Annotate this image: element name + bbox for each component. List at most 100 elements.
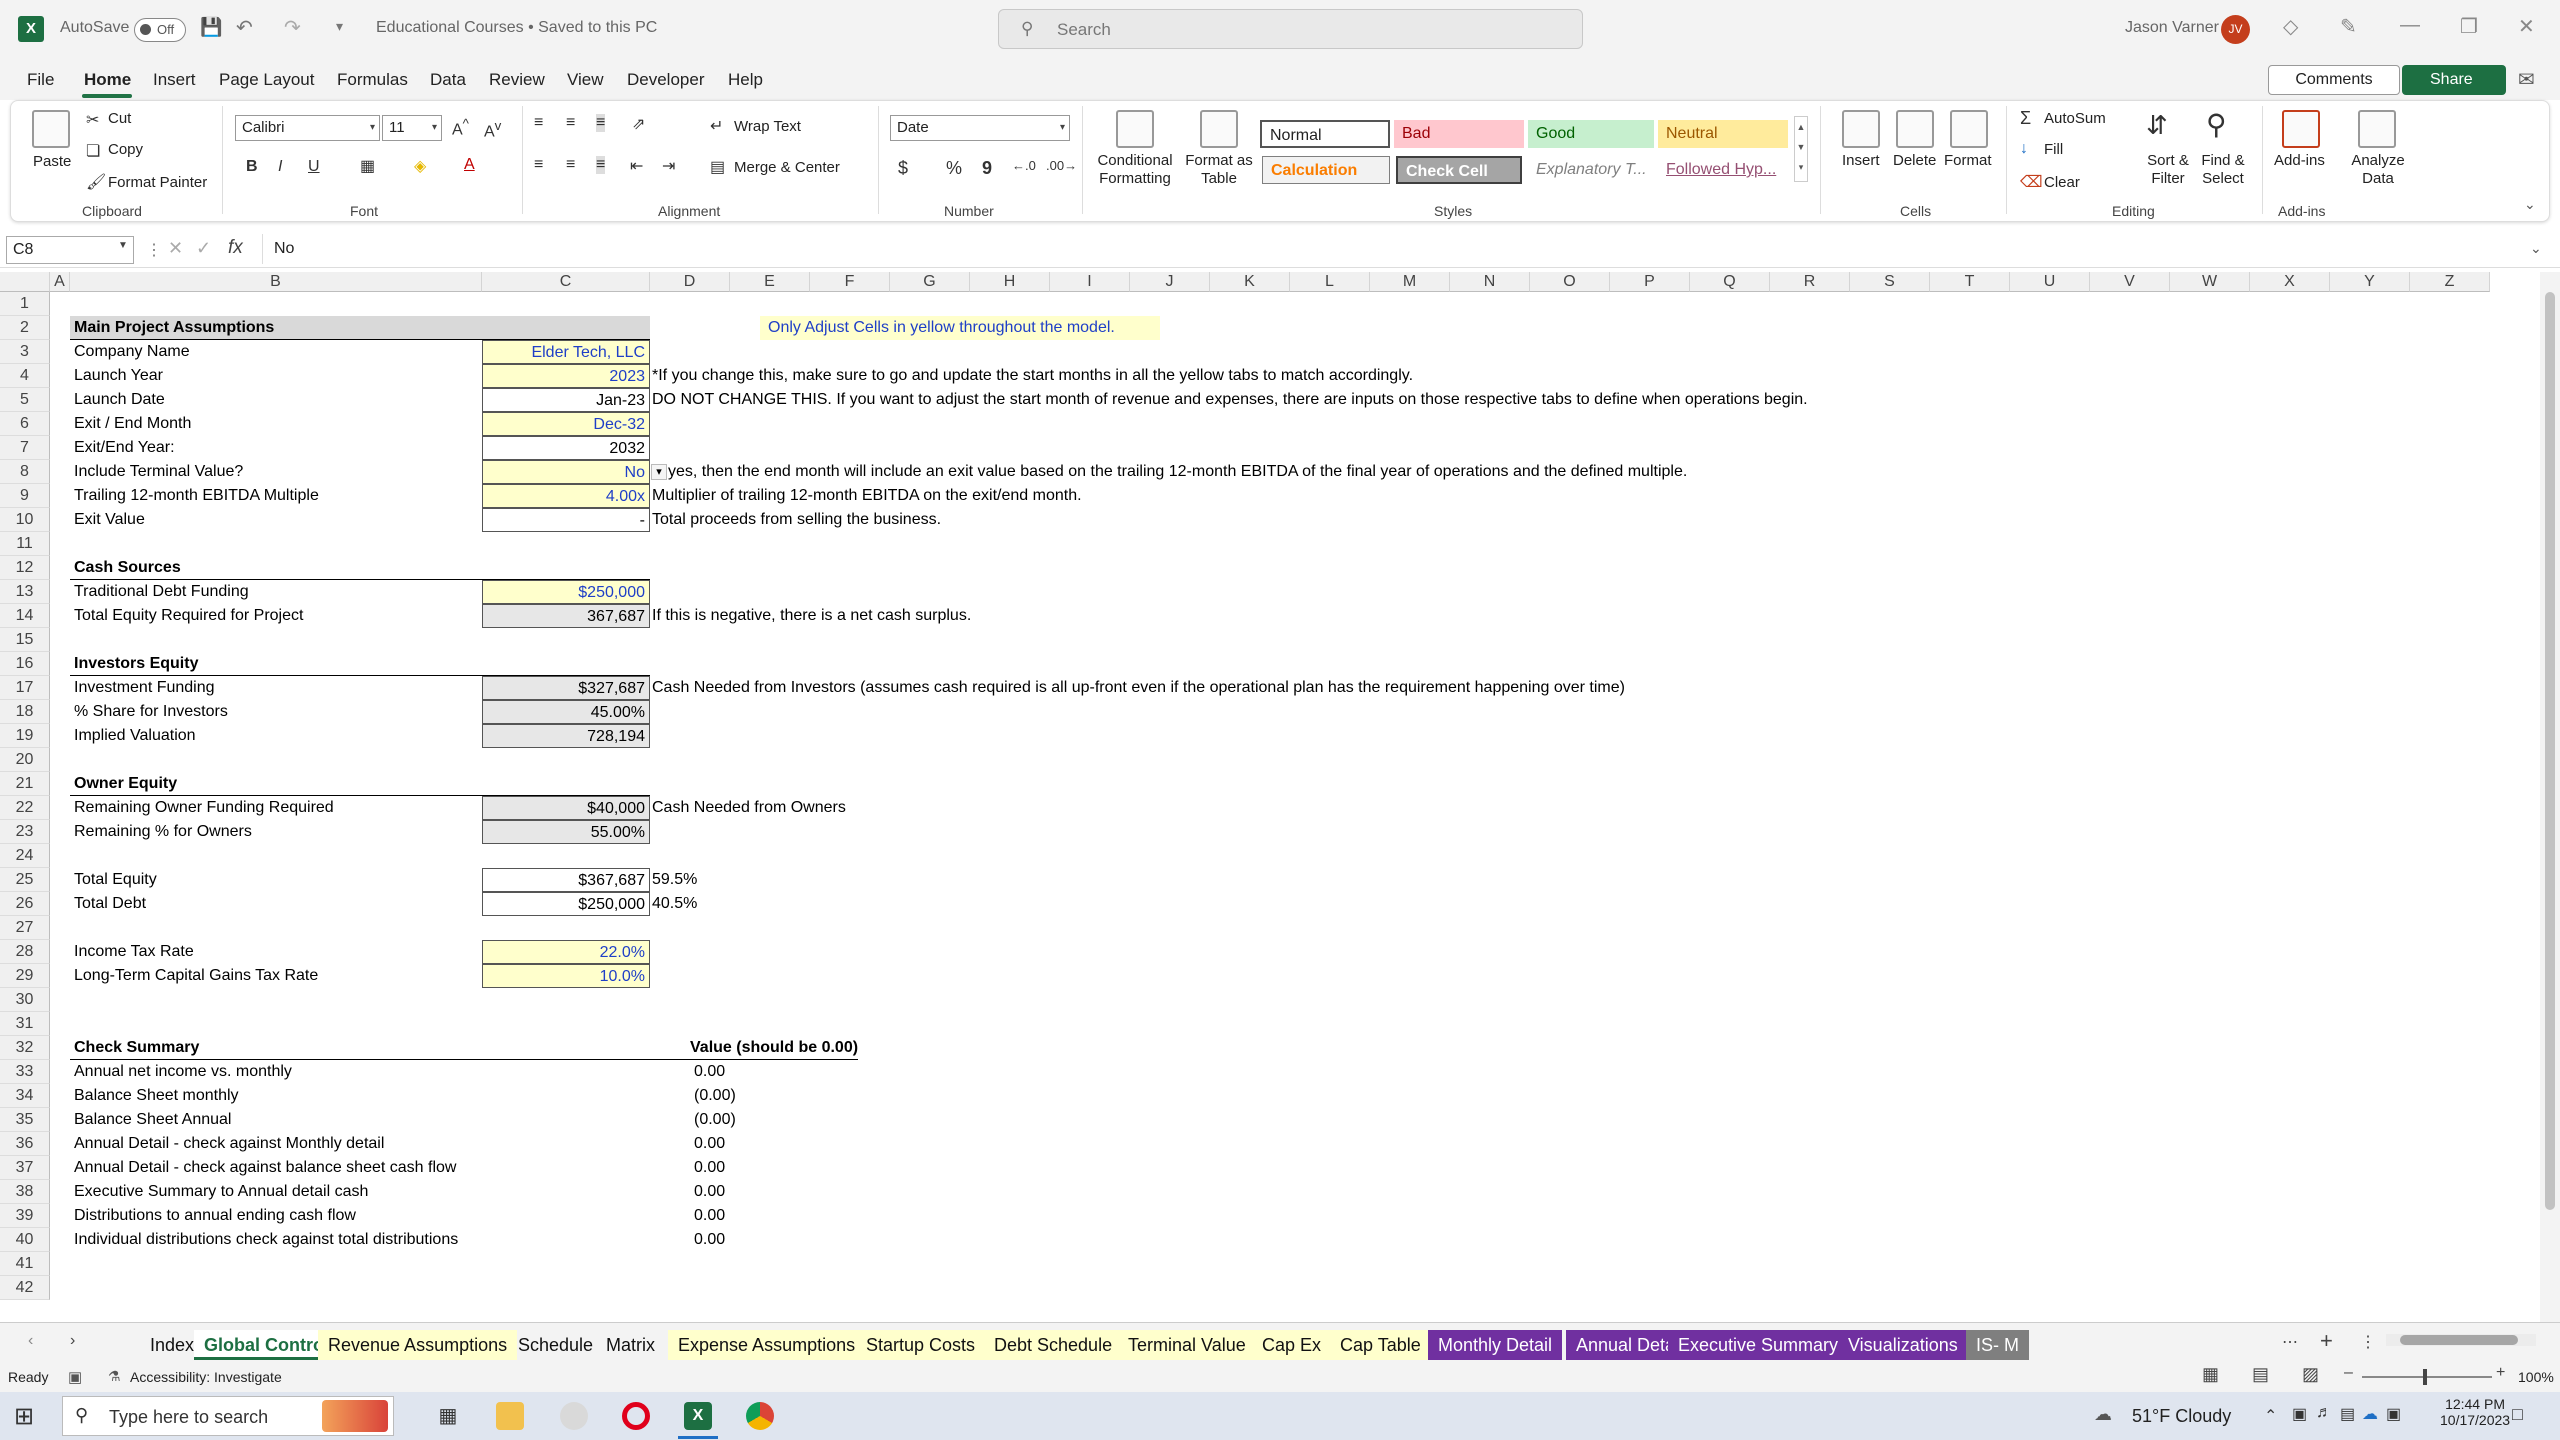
row-header[interactable]: 31 <box>0 1012 50 1036</box>
cell-label[interactable]: Total Debt <box>70 892 482 916</box>
pen-icon[interactable]: ✎ <box>2340 14 2357 39</box>
percent-button[interactable]: % <box>946 158 962 179</box>
tab-file[interactable]: File <box>27 70 54 90</box>
check-value[interactable]: (0.00) <box>694 1084 736 1108</box>
row-header[interactable]: 32 <box>0 1036 50 1060</box>
autosave-toggle[interactable]: Off <box>134 18 186 42</box>
column-header[interactable]: V <box>2090 272 2170 292</box>
sheet-tab[interactable]: Revenue Assumptions <box>318 1330 518 1360</box>
check-value[interactable]: 0.00 <box>694 1204 725 1228</box>
cell-value[interactable]: 4.00x <box>482 484 650 508</box>
normal-view-icon[interactable]: ▦ <box>2202 1364 2219 1385</box>
cell-value[interactable]: 2032 <box>482 436 650 460</box>
cell-label[interactable]: Exit / End Month <box>70 412 482 436</box>
cell-label[interactable]: Annual Detail - check against balance sh… <box>70 1156 482 1180</box>
tab-help[interactable]: Help <box>728 70 763 90</box>
cell-value[interactable]: 45.00% <box>482 700 650 724</box>
row-header[interactable]: 9 <box>0 484 50 508</box>
cell-label[interactable]: Executive Summary to Annual detail cash <box>70 1180 482 1204</box>
cell-value[interactable]: $327,687 <box>482 676 650 700</box>
cell-label[interactable]: Distributions to annual ending cash flow <box>70 1204 482 1228</box>
tab-data[interactable]: Data <box>430 70 466 90</box>
cell-label[interactable]: Total Equity Required for Project <box>70 604 482 628</box>
row-header[interactable]: 15 <box>0 628 50 652</box>
cell-label[interactable]: Long-Term Capital Gains Tax Rate <box>70 964 482 988</box>
cell-value[interactable]: 10.0% <box>482 964 650 988</box>
h-scroll-thumb[interactable] <box>2400 1335 2518 1345</box>
align-left-icon[interactable]: ≡ <box>534 156 543 174</box>
onedrive-icon[interactable]: ☁ <box>2362 1404 2378 1424</box>
sheet-tab[interactable]: Startup Costs <box>856 1330 986 1360</box>
snipping-tool-icon[interactable] <box>560 1402 588 1430</box>
excel-taskbar-icon[interactable]: X <box>684 1402 712 1430</box>
row-header[interactable]: 39 <box>0 1204 50 1228</box>
cell-label[interactable]: Company Name <box>70 340 482 364</box>
column-header[interactable]: J <box>1130 272 1210 292</box>
row-header[interactable]: 29 <box>0 964 50 988</box>
addins-button[interactable]: Add-ins <box>2274 152 2325 169</box>
row-header[interactable]: 10 <box>0 508 50 532</box>
cell-value[interactable]: Dec-32 <box>482 412 650 436</box>
style-bad[interactable]: Bad <box>1394 120 1524 148</box>
font-size-select[interactable]: 11 ▾ <box>382 115 442 141</box>
orientation-icon[interactable]: ⇗ <box>632 114 645 134</box>
row-header[interactable]: 13 <box>0 580 50 604</box>
cell-label[interactable]: Balance Sheet Annual <box>70 1108 482 1132</box>
notifications-icon[interactable]: □ <box>2512 1404 2523 1425</box>
check-value[interactable]: 0.00 <box>694 1228 725 1252</box>
column-header[interactable]: T <box>1930 272 2010 292</box>
cell-label[interactable]: Investment Funding <box>70 676 482 700</box>
column-header[interactable]: L <box>1290 272 1370 292</box>
row-header[interactable]: 1 <box>0 292 50 316</box>
scroll-right-icon[interactable]: › <box>70 1332 75 1350</box>
scroll-left-icon[interactable]: ‹ <box>28 1332 33 1350</box>
tab-formulas[interactable]: Formulas <box>337 70 408 90</box>
column-header[interactable]: R <box>1770 272 1850 292</box>
insert-cells-button[interactable]: Insert <box>1842 152 1880 169</box>
style-good[interactable]: Good <box>1528 120 1654 148</box>
cell-value[interactable]: 728,194 <box>482 724 650 748</box>
collapse-ribbon-icon[interactable]: ⌄ <box>2524 196 2536 213</box>
cell-value[interactable]: 367,687 <box>482 604 650 628</box>
volume-icon[interactable]: ♬ <box>2316 1404 2332 1422</box>
scroll-thumb[interactable] <box>2545 292 2555 1210</box>
column-header[interactable]: G <box>890 272 970 292</box>
column-header[interactable]: K <box>1210 272 1290 292</box>
column-header[interactable]: B <box>70 272 482 292</box>
autosum-button[interactable]: AutoSum <box>2044 110 2106 127</box>
column-header[interactable]: A <box>50 272 70 292</box>
weather-status[interactable]: 51°F Cloudy <box>2132 1406 2231 1427</box>
cancel-icon[interactable]: ✕ <box>168 238 183 259</box>
sheet-tab[interactable]: Monthly Detail <box>1428 1330 1563 1360</box>
cell-value[interactable]: Elder Tech, LLC <box>482 340 650 364</box>
row-header[interactable]: 12 <box>0 556 50 580</box>
row-header[interactable]: 36 <box>0 1132 50 1156</box>
copy-button[interactable]: Copy <box>108 141 143 158</box>
column-header[interactable]: U <box>2010 272 2090 292</box>
cell-value[interactable]: No <box>482 460 650 484</box>
row-header[interactable]: 40 <box>0 1228 50 1252</box>
cell-label[interactable]: Income Tax Rate <box>70 940 482 964</box>
tray-chevron-icon[interactable]: ⌃ <box>2264 1406 2277 1426</box>
more-sheets-icon[interactable]: ⋯ <box>2282 1332 2298 1352</box>
file-explorer-icon[interactable] <box>496 1402 524 1430</box>
save-icon[interactable]: 💾 <box>200 17 222 38</box>
font-color-icon[interactable]: A <box>464 156 475 174</box>
zoom-in-icon[interactable]: + <box>2496 1364 2505 1382</box>
number-format-select[interactable]: Date ▾ <box>890 115 1070 141</box>
row-header[interactable]: 37 <box>0 1156 50 1180</box>
row-header[interactable]: 34 <box>0 1084 50 1108</box>
decrease-indent-icon[interactable]: ⇤ <box>630 156 643 176</box>
column-header[interactable]: Z <box>2410 272 2490 292</box>
format-cells-button[interactable]: Format <box>1944 152 1992 169</box>
accessibility-status[interactable]: Accessibility: Investigate <box>130 1369 282 1385</box>
windows-start-icon[interactable]: ⊞ <box>14 1402 34 1431</box>
column-header[interactable]: I <box>1050 272 1130 292</box>
decrease-font-icon[interactable]: Av <box>484 118 501 141</box>
expand-formula-icon[interactable]: ⌄ <box>2530 240 2542 257</box>
zoom-handle[interactable] <box>2423 1369 2427 1385</box>
cell-label[interactable]: Exit/End Year: <box>70 436 482 460</box>
column-header[interactable]: Q <box>1690 272 1770 292</box>
cell-label[interactable]: Annual net income vs. monthly <box>70 1060 482 1084</box>
row-header[interactable]: 38 <box>0 1180 50 1204</box>
